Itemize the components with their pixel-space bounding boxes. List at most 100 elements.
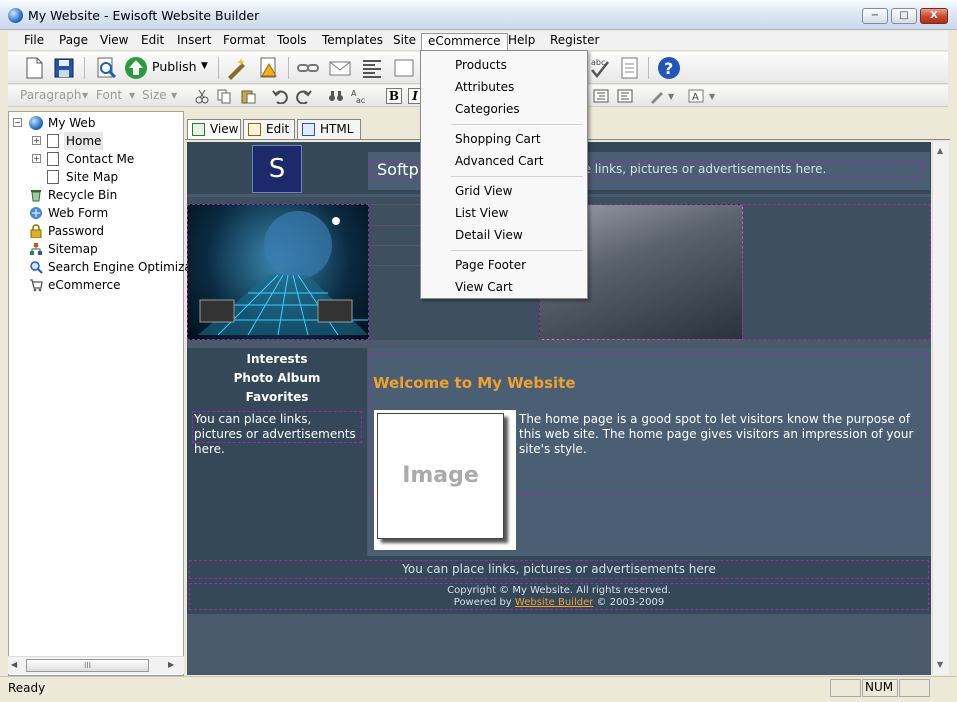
new-page-icon[interactable] — [22, 56, 46, 80]
nav-interests[interactable]: Interests — [187, 352, 367, 366]
paste-icon[interactable] — [240, 88, 256, 104]
publish-globe-icon[interactable] — [124, 56, 148, 80]
copyright-text: Copyright © My Website. All rights reser… — [447, 585, 671, 596]
menu-item-grid-view[interactable]: Grid View — [455, 183, 512, 199]
web-form-icon — [29, 206, 43, 220]
menu-tools[interactable]: Tools — [271, 33, 313, 50]
table-icon[interactable] — [392, 56, 416, 80]
ecommerce-dropdown-menu: Products Attributes Categories Shopping … — [420, 50, 588, 299]
menu-item-view-cart[interactable]: View Cart — [455, 279, 513, 295]
scroll-thumb[interactable]: III — [26, 659, 149, 672]
nav-photo-album[interactable]: Photo Album — [187, 371, 367, 385]
scroll-left-icon[interactable]: ◀ — [11, 660, 17, 669]
tree-collapse-icon[interactable]: − — [13, 118, 22, 127]
redo-icon[interactable] — [296, 88, 312, 105]
spell-check-icon[interactable]: abc — [588, 56, 612, 80]
highlight-pen-icon[interactable] — [649, 88, 665, 104]
indent-icon[interactable] — [593, 88, 609, 104]
font-dropdown[interactable]: Font — [96, 88, 122, 102]
preview-vertical-scrollbar[interactable]: ▲ ▼ — [932, 142, 949, 675]
tree-label: Sitemap — [48, 242, 98, 256]
size-dropdown[interactable]: Size — [142, 88, 167, 102]
preview-icon[interactable] — [94, 56, 118, 80]
scroll-up-icon[interactable]: ▲ — [937, 146, 943, 155]
banner-ad-text: ce links, pictures or advertisements her… — [577, 162, 827, 176]
image-placeholder-frame: Image — [374, 410, 516, 550]
image-placeholder: Image — [377, 413, 504, 539]
nav-favorites[interactable]: Favorites — [187, 390, 367, 404]
search-icon — [29, 260, 43, 274]
menu-site[interactable]: Site — [387, 33, 422, 50]
menu-page[interactable]: Page — [53, 33, 94, 50]
save-icon[interactable] — [52, 56, 76, 80]
maximize-button[interactable]: □ — [891, 8, 917, 24]
tab-edit[interactable]: Edit — [243, 119, 295, 139]
tab-label: Edit — [266, 122, 290, 136]
menu-insert[interactable]: Insert — [171, 33, 217, 50]
font-color-icon[interactable]: A — [688, 88, 704, 104]
tree-expand-icon[interactable]: + — [32, 154, 41, 163]
recycle-bin-icon — [29, 188, 43, 202]
tree-label: Search Engine Optimizati — [48, 260, 200, 274]
publish-dropdown-arrow-icon[interactable]: ▼ — [201, 61, 208, 71]
outdent-icon[interactable] — [617, 88, 633, 104]
scroll-down-icon[interactable]: ▼ — [937, 660, 943, 669]
window-title: My Website - Ewisoft Website Builder — [28, 8, 260, 23]
status-bar: Ready NUM — [0, 676, 957, 702]
tree-label: eCommerce — [48, 278, 121, 292]
minimize-button[interactable]: − — [862, 8, 888, 24]
highlight-arrow-icon[interactable]: ▼ — [668, 92, 674, 101]
menu-register[interactable]: Register — [544, 33, 605, 50]
num-lock-indicator: NUM — [862, 679, 898, 697]
find-icon[interactable] — [328, 88, 344, 104]
menu-item-detail-view[interactable]: Detail View — [455, 227, 523, 243]
tab-html[interactable]: HTML — [297, 119, 361, 139]
menu-templates[interactable]: Templates — [316, 33, 389, 50]
size-arrow-icon[interactable]: ▼ — [171, 91, 177, 100]
menu-item-products[interactable]: Products — [455, 57, 507, 73]
align-icon[interactable] — [360, 56, 384, 80]
banner-site-name: Softp — [377, 160, 419, 179]
svg-text:A: A — [692, 92, 699, 103]
menu-item-list-view[interactable]: List View — [455, 205, 508, 221]
page-properties-icon[interactable] — [257, 56, 281, 80]
wizard-icon[interactable] — [225, 56, 249, 80]
page-icon — [47, 170, 59, 184]
email-icon[interactable] — [328, 56, 352, 80]
website-builder-link[interactable]: Website Builder — [515, 597, 593, 608]
menu-view[interactable]: View — [94, 33, 134, 50]
tree-label: Web Form — [48, 206, 109, 220]
tree-horizontal-scrollbar[interactable]: ◀ III ▶ — [8, 656, 184, 674]
globe-icon — [29, 116, 43, 130]
menu-edit[interactable]: Edit — [135, 33, 170, 50]
tab-view[interactable]: View — [187, 119, 241, 139]
font-arrow-icon[interactable]: ▼ — [129, 91, 135, 100]
tree-expand-icon[interactable]: + — [32, 136, 41, 145]
menu-item-advanced-cart[interactable]: Advanced Cart — [455, 153, 543, 169]
replace-icon[interactable]: Aac — [350, 88, 366, 105]
menu-item-page-footer[interactable]: Page Footer — [455, 257, 526, 273]
publish-button[interactable]: Publish — [152, 59, 197, 74]
cart-icon — [29, 278, 43, 292]
font-color-arrow-icon[interactable]: ▼ — [709, 92, 715, 101]
bold-button[interactable]: B — [386, 88, 402, 104]
menu-format[interactable]: Format — [217, 33, 271, 50]
paragraph-arrow-icon[interactable]: ▼ — [82, 91, 88, 100]
undo-icon[interactable] — [272, 88, 288, 105]
paragraph-dropdown[interactable]: Paragraph — [20, 88, 81, 102]
close-button[interactable]: X — [920, 8, 948, 24]
tree-label: Recycle Bin — [48, 188, 118, 202]
cut-icon[interactable] — [194, 88, 210, 104]
menu-help[interactable]: Help — [502, 33, 541, 50]
menu-item-attributes[interactable]: Attributes — [455, 79, 514, 95]
menu-ecommerce[interactable]: eCommerce — [421, 33, 508, 50]
help-icon[interactable]: ? — [657, 56, 681, 80]
tree-label: Home — [64, 132, 104, 150]
scroll-right-icon[interactable]: ▶ — [168, 660, 174, 669]
menu-file[interactable]: File — [18, 33, 50, 50]
link-icon[interactable] — [296, 56, 320, 80]
copy-icon[interactable] — [216, 88, 232, 104]
menu-item-categories[interactable]: Categories — [455, 101, 520, 117]
document-icon[interactable] — [618, 56, 642, 80]
menu-item-shopping-cart[interactable]: Shopping Cart — [455, 131, 541, 147]
